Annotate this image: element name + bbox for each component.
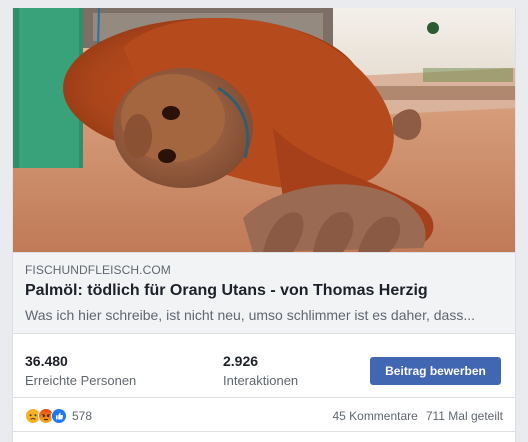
like-reaction-icon	[51, 408, 67, 424]
reaction-summary[interactable]: 578	[25, 407, 92, 425]
reach-value: 36.480	[25, 353, 68, 369]
engagement-value: 2.926	[223, 353, 259, 369]
boost-post-button[interactable]: Beitrag bewerben	[370, 357, 501, 385]
link-snippet: Was ich hier schreibe, ist nicht neu, um…	[25, 307, 475, 323]
engagement-label: Interaktionen	[223, 373, 299, 388]
post-insights: 36.480 Erreichte Personen 2.926 Interakt…	[13, 342, 515, 398]
post-card: FISCHUNDFLEISCH.COM Palmöl: tödlich für …	[12, 8, 516, 442]
link-preview-image[interactable]	[13, 8, 515, 252]
link-preview-meta[interactable]: FISCHUNDFLEISCH.COM Palmöl: tödlich für …	[13, 252, 515, 334]
reach-label: Erreichte Personen	[25, 373, 137, 388]
shares-count-link[interactable]: 711 Mal geteilt	[426, 408, 503, 424]
link-headline[interactable]: Palmöl: tödlich für Orang Utans - von Th…	[25, 281, 503, 301]
orangutan-photo	[13, 8, 515, 252]
link-domain: FISCHUNDFLEISCH.COM	[25, 263, 171, 277]
engagement-stat[interactable]: 2.926 Interaktionen	[223, 352, 298, 390]
comments-count-link[interactable]: 45 Kommentare	[332, 408, 417, 424]
reaction-count: 578	[72, 409, 93, 423]
engagement-counts: 45 Kommentare 711 Mal geteilt	[332, 408, 503, 424]
reactions-bar: 578 45 Kommentare 711 Mal geteilt	[13, 400, 515, 432]
reach-stat[interactable]: 36.480 Erreichte Personen	[25, 352, 136, 390]
